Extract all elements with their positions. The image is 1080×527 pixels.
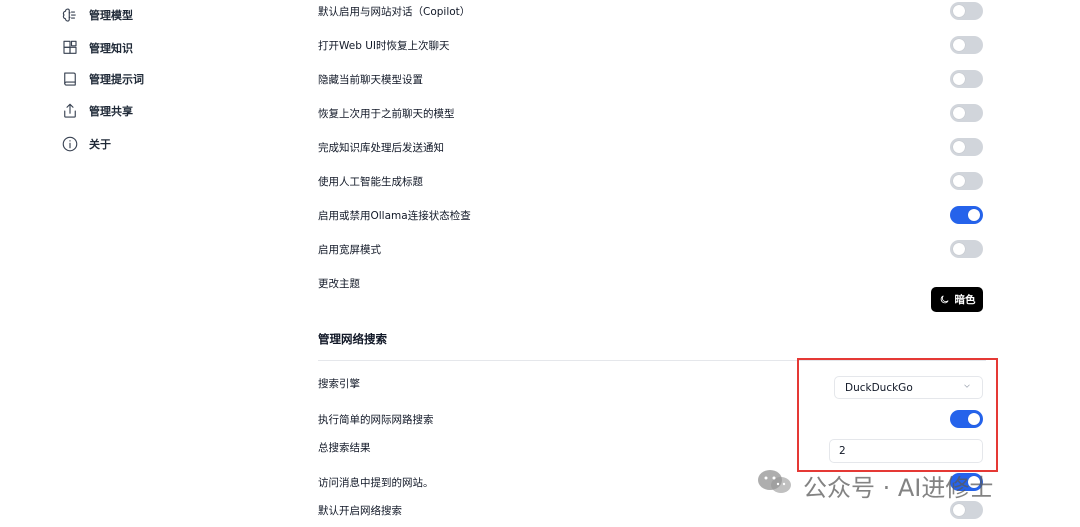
setting-row: 更改主题 xyxy=(318,272,983,294)
theme-button[interactable]: 暗色 xyxy=(931,287,983,312)
brain-icon xyxy=(60,5,80,25)
ollama-check-toggle[interactable] xyxy=(950,206,983,224)
book-icon xyxy=(60,69,80,89)
share-icon xyxy=(60,101,80,121)
setting-row: 恢复上次用于之前聊天的模型 xyxy=(318,102,983,124)
copilot-toggle[interactable] xyxy=(950,2,983,20)
setting-row: 启用宽屏模式 xyxy=(318,238,983,260)
setting-row: 打开Web UI时恢复上次聊天 xyxy=(318,34,983,56)
setting-label: 总搜索结果 xyxy=(318,441,371,454)
setting-label: 完成知识库处理后发送通知 xyxy=(318,141,444,154)
restore-model-toggle[interactable] xyxy=(950,104,983,122)
sidebar-item-label: 关于 xyxy=(89,138,111,151)
setting-row: 启用或禁用Ollama连接状态检查 xyxy=(318,204,983,226)
moon-icon xyxy=(940,295,949,304)
setting-label: 启用或禁用Ollama连接状态检查 xyxy=(318,209,471,222)
section-title: 管理网络搜索 xyxy=(318,332,387,346)
blocks-icon xyxy=(60,38,80,58)
setting-row: 执行简单的网际网路搜索 xyxy=(318,408,983,430)
setting-label: 启用宽屏模式 xyxy=(318,243,381,256)
sidebar-item-models[interactable]: 管理模型 xyxy=(60,3,133,27)
theme-button-label: 暗色 xyxy=(954,294,976,306)
sidebar-item-label: 管理提示词 xyxy=(89,73,144,86)
watermark-text: 公众号 · AI进修士 xyxy=(803,473,994,502)
sidebar-item-label: 管理知识 xyxy=(89,42,133,55)
select-value: DuckDuckGo xyxy=(845,381,913,394)
sidebar-item-label: 管理模型 xyxy=(89,9,133,22)
sidebar-item-label: 管理共享 xyxy=(89,105,133,118)
ai-title-toggle[interactable] xyxy=(950,172,983,190)
default-web-search-toggle[interactable] xyxy=(950,501,983,519)
setting-label: 打开Web UI时恢复上次聊天 xyxy=(318,39,450,52)
setting-label: 隐藏当前聊天模型设置 xyxy=(318,73,423,86)
simple-search-toggle[interactable] xyxy=(950,410,983,428)
sidebar-item-sharing[interactable]: 管理共享 xyxy=(60,99,133,123)
wechat-logo-icon xyxy=(755,468,803,502)
setting-label: 默认启用与网站对话（Copilot） xyxy=(318,5,471,18)
restore-chat-toggle[interactable] xyxy=(950,36,983,54)
setting-label: 恢复上次用于之前聊天的模型 xyxy=(318,107,455,120)
setting-row: 隐藏当前聊天模型设置 xyxy=(318,68,983,90)
setting-label: 搜索引擎 xyxy=(318,377,360,390)
total-results-input[interactable] xyxy=(829,439,983,463)
sidebar-item-knowledge[interactable]: 管理知识 xyxy=(60,36,133,60)
info-icon xyxy=(60,134,80,154)
chevron-down-icon xyxy=(962,381,972,394)
hide-model-settings-toggle[interactable] xyxy=(950,70,983,88)
setting-label: 访问消息中提到的网站。 xyxy=(318,476,434,489)
knowledge-notify-toggle[interactable] xyxy=(950,138,983,156)
setting-label: 执行简单的网际网路搜索 xyxy=(318,413,434,426)
setting-row: 默认启用与网站对话（Copilot） xyxy=(318,0,983,22)
setting-label: 更改主题 xyxy=(318,277,360,290)
setting-row: 使用人工智能生成标题 xyxy=(318,170,983,192)
watermark: 公众号 · AI进修士 xyxy=(755,468,994,502)
settings-panel: 默认启用与网站对话（Copilot） 打开Web UI时恢复上次聊天 隐藏当前聊… xyxy=(318,0,986,527)
sidebar-item-about[interactable]: 关于 xyxy=(60,132,111,156)
search-engine-select[interactable]: DuckDuckGo xyxy=(834,376,983,399)
divider xyxy=(318,360,986,361)
setting-row: 完成知识库处理后发送通知 xyxy=(318,136,983,158)
widescreen-toggle[interactable] xyxy=(950,240,983,258)
sidebar-item-prompts[interactable]: 管理提示词 xyxy=(60,67,144,91)
setting-label: 默认开启网络搜索 xyxy=(318,504,402,517)
setting-label: 使用人工智能生成标题 xyxy=(318,175,423,188)
